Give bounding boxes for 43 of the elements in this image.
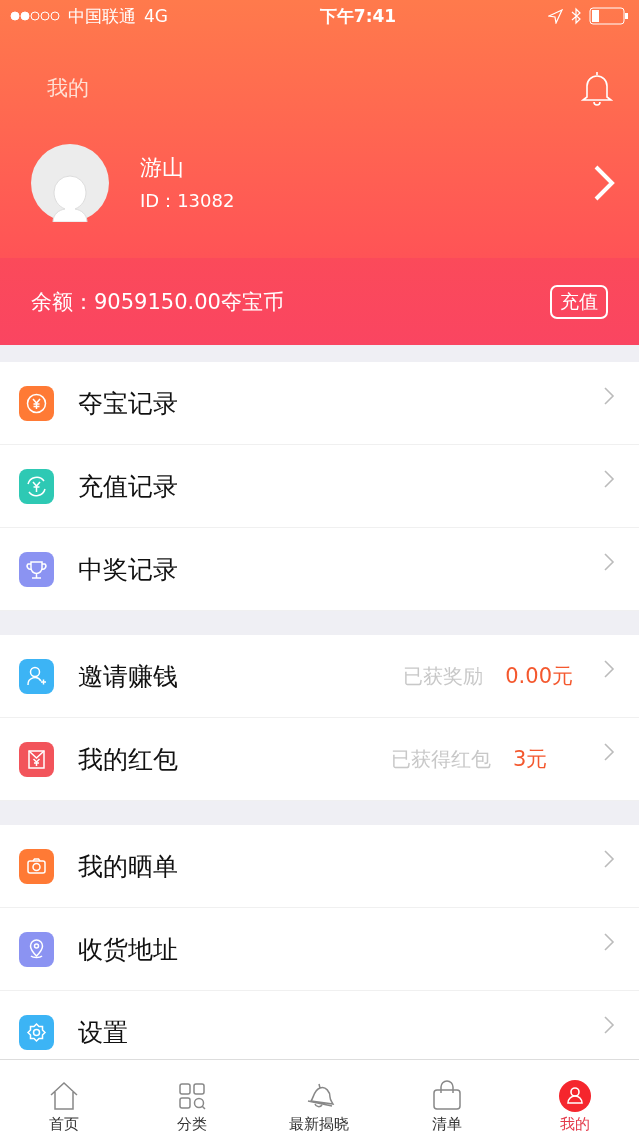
tab[interactable]: 最新揭晓 xyxy=(255,1060,384,1136)
battery-icon xyxy=(589,7,629,25)
user-id: ID：13082 xyxy=(140,189,236,213)
location-icon xyxy=(548,8,563,24)
menu-item[interactable]: 我的晒单 xyxy=(0,825,639,908)
menu-item-label: 设置 xyxy=(78,1016,129,1049)
tab[interactable]: 首页 xyxy=(0,1060,128,1136)
chevron-right-icon xyxy=(603,849,615,869)
menu-item-label: 邀请赚钱 xyxy=(78,660,179,693)
user-name: 游山 xyxy=(140,154,185,182)
tab[interactable]: 分类 xyxy=(127,1060,256,1136)
chevron-right-icon xyxy=(603,469,615,489)
page-title: 我的 xyxy=(47,75,89,102)
status-time: 下午7:41 xyxy=(319,4,397,28)
chevron-right-icon xyxy=(603,742,615,762)
menu-item[interactable]: 中奖记录 xyxy=(0,528,639,611)
tab[interactable]: 我的 xyxy=(511,1060,639,1136)
chevron-right-icon[interactable] xyxy=(593,164,615,202)
bell-icon[interactable] xyxy=(581,70,613,106)
chevron-right-icon xyxy=(603,1015,615,1035)
tab-icon xyxy=(558,1079,593,1113)
chevron-right-icon xyxy=(603,386,615,406)
menu-item[interactable]: 夺宝记录 xyxy=(0,362,639,445)
signal-icon xyxy=(10,11,60,21)
menu-item[interactable]: 收货地址 xyxy=(0,908,639,991)
chevron-right-icon xyxy=(603,659,615,679)
menu-item-label: 充值记录 xyxy=(78,470,179,503)
chevron-right-icon xyxy=(603,552,615,572)
carrier-name: 中国联通 xyxy=(68,4,136,28)
bluetooth-icon xyxy=(571,7,581,25)
chevron-right-icon xyxy=(603,932,615,952)
menu-item-label: 我的晒单 xyxy=(78,850,179,883)
tab[interactable]: 清单 xyxy=(383,1060,512,1136)
menu-item-label: 收货地址 xyxy=(78,933,179,966)
avatar[interactable] xyxy=(31,144,109,222)
balance-text: 余额：9059150.00夺宝币 xyxy=(31,288,284,316)
reward-amount: 3元 xyxy=(513,746,549,773)
menu-item-label: 夺宝记录 xyxy=(78,387,179,420)
menu-item[interactable]: 充值记录 xyxy=(0,445,639,528)
network-type: 4G xyxy=(144,6,168,26)
reward-amount: 0.00元 xyxy=(505,663,573,690)
menu-item-label: 中奖记录 xyxy=(78,553,179,586)
menu-item-label: 我的红包 xyxy=(78,743,179,776)
